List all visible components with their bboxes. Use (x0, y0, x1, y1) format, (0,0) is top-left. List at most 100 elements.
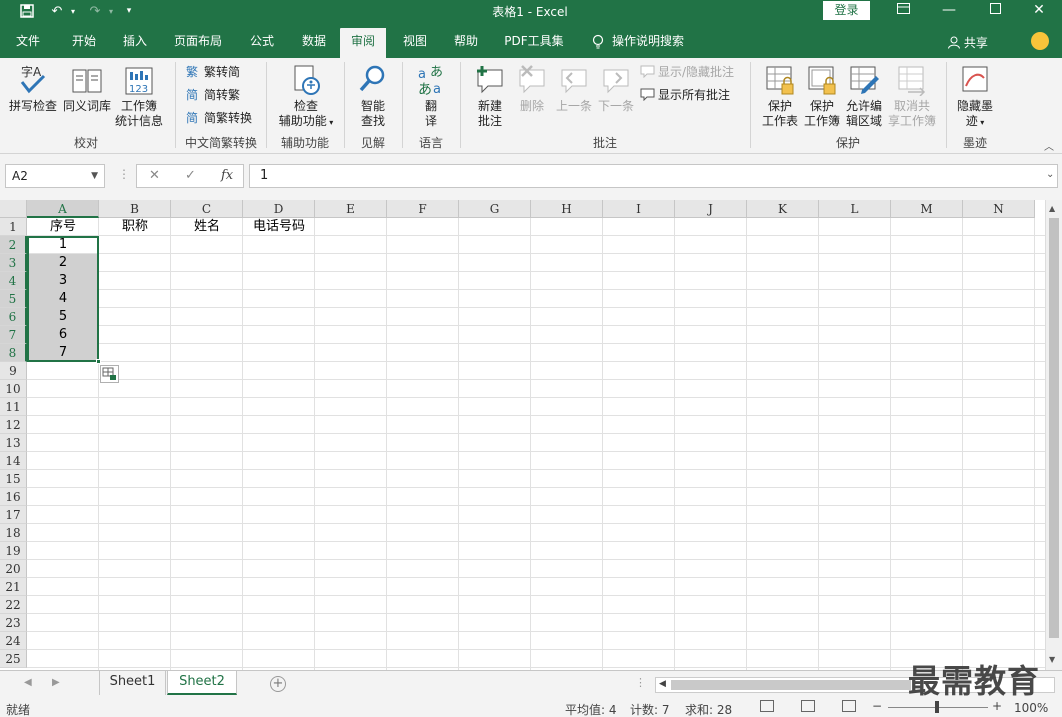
normal-view-icon[interactable] (760, 700, 774, 712)
row-header-16[interactable]: 16 (0, 488, 27, 506)
row-header-10[interactable]: 10 (0, 380, 27, 398)
row-header-13[interactable]: 13 (0, 434, 27, 452)
name-box[interactable]: A2 ▼ (5, 164, 105, 188)
tab-insert[interactable]: 插入 (113, 30, 157, 58)
sheet-tab-sheet1[interactable]: Sheet1 (100, 671, 166, 695)
save-icon[interactable] (16, 2, 38, 20)
row-header-19[interactable]: 19 (0, 542, 27, 560)
column-header-n[interactable]: N (963, 200, 1035, 218)
protect-workbook-button[interactable]: 保护 工作簿 (800, 64, 844, 129)
collapse-ribbon-icon[interactable]: ︿ (1044, 138, 1054, 153)
page-break-preview-icon[interactable] (842, 700, 856, 712)
column-header-i[interactable]: I (603, 200, 675, 218)
next-sheet-icon[interactable]: ▶ (52, 677, 60, 688)
column-header-f[interactable]: F (387, 200, 459, 218)
tell-me-search[interactable]: 操作说明搜索 (612, 30, 694, 58)
chinese-convert-button[interactable]: 简简繁转换 (186, 109, 252, 127)
show-hide-comment-button[interactable]: 显示/隐藏批注 (640, 63, 734, 81)
tab-formulas[interactable]: 公式 (240, 30, 284, 58)
minimize-icon[interactable]: — (926, 0, 972, 22)
trad-to-simp-button[interactable]: 繁繁转简 (186, 63, 240, 81)
row-header-22[interactable]: 22 (0, 596, 27, 614)
formula-input[interactable]: 1 (249, 164, 1058, 188)
zoom-out-icon[interactable]: − (872, 699, 882, 713)
next-comment-button[interactable]: 下一条 (594, 64, 638, 114)
ribbon-display-options-icon[interactable] (880, 0, 926, 22)
tab-help[interactable]: 帮助 (444, 30, 488, 58)
protect-sheet-button[interactable]: 保护 工作表 (758, 64, 802, 129)
previous-comment-button[interactable]: 上一条 (552, 64, 596, 114)
row-header-20[interactable]: 20 (0, 560, 27, 578)
row-header-25[interactable]: 25 (0, 650, 27, 668)
close-icon[interactable]: ✕ (1016, 0, 1062, 22)
maximize-icon[interactable] (972, 0, 1018, 22)
name-box-dropdown-icon[interactable]: ▼ (91, 165, 98, 187)
page-layout-view-icon[interactable] (801, 700, 815, 712)
customize-qat-icon[interactable]: ▾ (122, 2, 136, 20)
cell-b1[interactable]: 职称 (99, 218, 171, 236)
tab-home[interactable]: 开始 (62, 30, 106, 58)
worksheet-grid[interactable]: ABCDEFGHIJKLMN 1 2 3 4 5 6 7 8 9 10 11 12 13 14 15 16 17… (0, 200, 1045, 670)
feedback-smiley-icon[interactable] (1031, 32, 1049, 50)
hide-ink-button[interactable]: 隐藏墨 迹 ▾ (952, 64, 998, 130)
column-header-l[interactable]: L (819, 200, 891, 218)
new-comment-button[interactable]: 新建 批注 (466, 64, 514, 129)
undo-dropdown-icon[interactable]: ▾ (68, 2, 78, 20)
previous-sheet-icon[interactable]: ◀ (24, 677, 32, 688)
scroll-left-icon[interactable]: ◀ (659, 679, 666, 689)
row-header-9[interactable]: 9 (0, 362, 27, 380)
column-header-a[interactable]: A (27, 200, 99, 218)
cell-a1[interactable]: 序号 (27, 218, 99, 236)
horizontal-scroll-thumb[interactable] (671, 680, 911, 690)
row-header-11[interactable]: 11 (0, 398, 27, 416)
column-header-e[interactable]: E (315, 200, 387, 218)
row-header-18[interactable]: 18 (0, 524, 27, 542)
allow-edit-ranges-button[interactable]: 允许编 辑区域 (842, 64, 886, 129)
scroll-up-icon[interactable]: ▲ (1049, 204, 1055, 213)
sheet-tab-sheet2[interactable]: Sheet2 (167, 671, 237, 695)
row-header-4[interactable]: 4 (0, 272, 27, 290)
spelling-button[interactable]: 字A 拼写检查 (6, 64, 60, 114)
zoom-slider-thumb[interactable] (935, 701, 939, 713)
row-header-1[interactable]: 1 (0, 218, 27, 236)
tab-data[interactable]: 数据 (292, 30, 336, 58)
row-header-21[interactable]: 21 (0, 578, 27, 596)
row-header-24[interactable]: 24 (0, 632, 27, 650)
expand-formula-bar-icon[interactable]: ⌄ (1046, 169, 1054, 180)
column-header-j[interactable]: J (675, 200, 747, 218)
row-header-8[interactable]: 8 (0, 344, 27, 362)
translate-button[interactable]: aああa 翻 译 (408, 64, 454, 129)
delete-comment-button[interactable]: 删除 (512, 64, 552, 114)
tab-pdf-tools[interactable]: PDF工具集 (496, 30, 572, 58)
row-header-5[interactable]: 5 (0, 290, 27, 308)
row-header-3[interactable]: 3 (0, 254, 27, 272)
insert-function-icon[interactable]: fx (221, 168, 233, 183)
row-header-23[interactable]: 23 (0, 614, 27, 632)
smart-lookup-button[interactable]: 智能 查找 (350, 64, 396, 129)
tab-splitter-icon[interactable]: ⋮ (635, 676, 646, 689)
vertical-scroll-thumb[interactable] (1049, 218, 1059, 638)
check-accessibility-button[interactable]: 检查 辅助功能 ▾ (272, 64, 340, 130)
redo-dropdown-icon[interactable]: ▾ (106, 2, 116, 20)
tab-view[interactable]: 视图 (393, 30, 437, 58)
thesaurus-button[interactable]: 同义词库 (60, 64, 114, 114)
share-button[interactable]: 共享 (948, 34, 988, 51)
tab-file[interactable]: 文件 (8, 30, 48, 58)
column-header-d[interactable]: D (243, 200, 315, 218)
row-header-14[interactable]: 14 (0, 452, 27, 470)
cell-d1[interactable]: 电话号码 (243, 218, 315, 236)
cancel-icon[interactable]: ✕ (149, 168, 160, 183)
unshare-workbook-button[interactable]: 取消共 享工作簿 (886, 64, 938, 129)
column-header-h[interactable]: H (531, 200, 603, 218)
row-header-17[interactable]: 17 (0, 506, 27, 524)
simp-to-trad-button[interactable]: 简简转繁 (186, 86, 240, 104)
add-sheet-icon[interactable]: + (270, 676, 286, 692)
show-all-comments-button[interactable]: 显示所有批注 (640, 86, 730, 104)
formula-bar-splitter-icon[interactable]: ⋮ (118, 167, 130, 181)
lightbulb-icon[interactable] (588, 30, 608, 58)
undo-icon[interactable]: ↶ (46, 2, 68, 20)
column-header-g[interactable]: G (459, 200, 531, 218)
column-header-c[interactable]: C (171, 200, 243, 218)
row-header-6[interactable]: 6 (0, 308, 27, 326)
tab-page-layout[interactable]: 页面布局 (166, 30, 230, 58)
